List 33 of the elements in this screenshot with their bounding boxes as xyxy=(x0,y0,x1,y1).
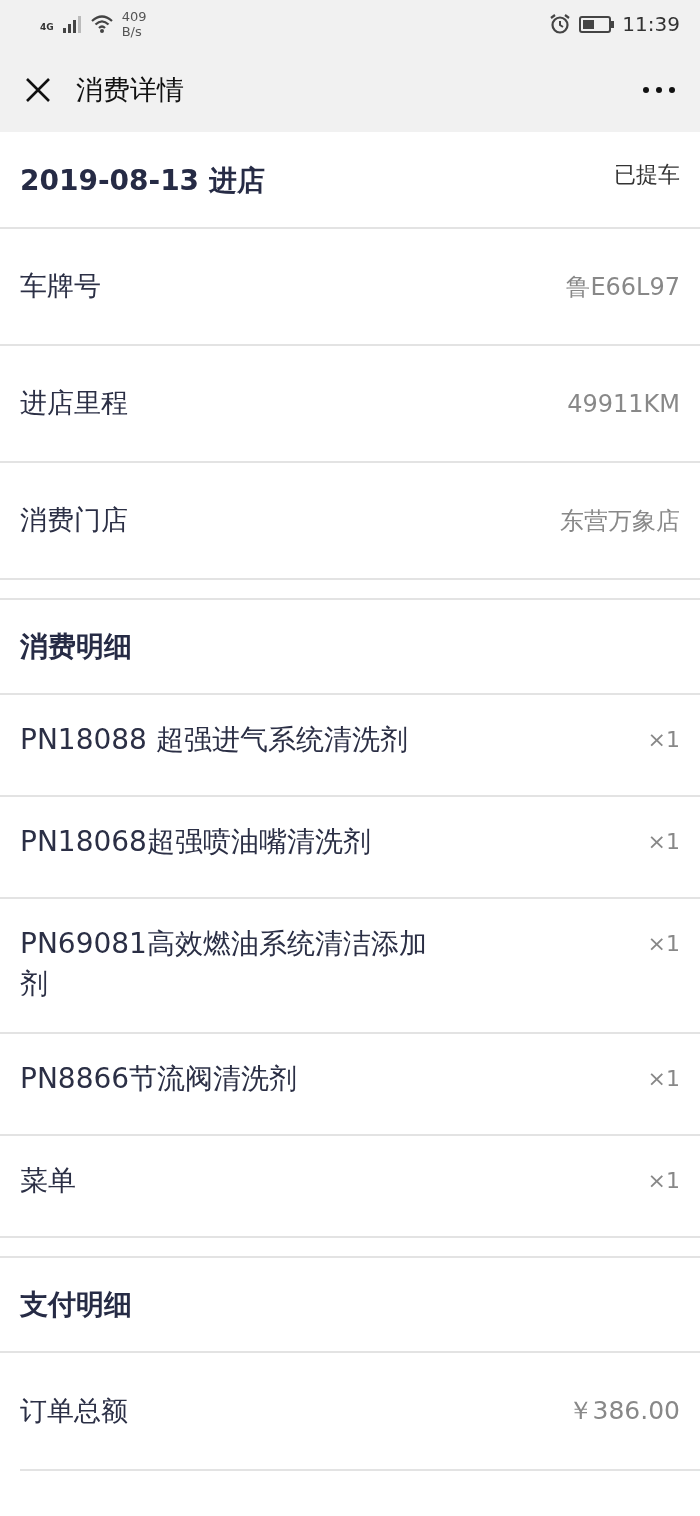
item-quantity: ×1 xyxy=(647,828,680,856)
info-label: 消费门店 xyxy=(20,503,128,538)
item-name: PN8866节流阀清洗剂 xyxy=(20,1061,299,1097)
speed-value: 409 xyxy=(121,9,147,24)
info-label: 车牌号 xyxy=(20,269,101,304)
section-title: 支付明细 xyxy=(20,1286,132,1323)
payment-value: ￥386.00 xyxy=(567,1395,680,1428)
section-title: 消费明细 xyxy=(20,628,132,665)
info-label: 进店里程 xyxy=(20,386,128,421)
item-quantity: ×1 xyxy=(647,1167,680,1195)
item-quantity: ×1 xyxy=(647,930,680,958)
visit-date: 2019-08-13 进店 xyxy=(20,163,265,199)
item-quantity: ×1 xyxy=(647,726,680,754)
more-icon[interactable] xyxy=(642,86,676,94)
item-name: PN69081高效燃油系统清洁添加剂 xyxy=(20,926,428,1002)
item-name: PN18068超强喷油嘴清洗剂 xyxy=(20,824,372,860)
info-value: 49911KM xyxy=(567,388,680,420)
payment-label: 订单总额 xyxy=(20,1393,128,1428)
clock-time: 11:39 xyxy=(622,11,680,38)
speed-unit: B/s xyxy=(121,24,143,39)
item-name: 菜单 xyxy=(20,1163,77,1199)
item-name: PN18088 超强进气系统清洗剂 xyxy=(20,722,409,758)
battery-icon xyxy=(579,15,615,33)
signal-icon xyxy=(61,14,82,34)
info-value: 东营万象店 xyxy=(560,505,680,537)
item-quantity: ×1 xyxy=(647,1065,680,1093)
network-label: 4G xyxy=(40,21,54,34)
wifi-icon xyxy=(89,14,114,34)
alarm-icon xyxy=(549,13,572,35)
close-icon[interactable] xyxy=(24,76,52,104)
visit-status: 已提车 xyxy=(614,161,680,189)
info-value: 鲁E66L97 xyxy=(566,271,680,303)
page-title: 消费详情 xyxy=(76,72,184,107)
